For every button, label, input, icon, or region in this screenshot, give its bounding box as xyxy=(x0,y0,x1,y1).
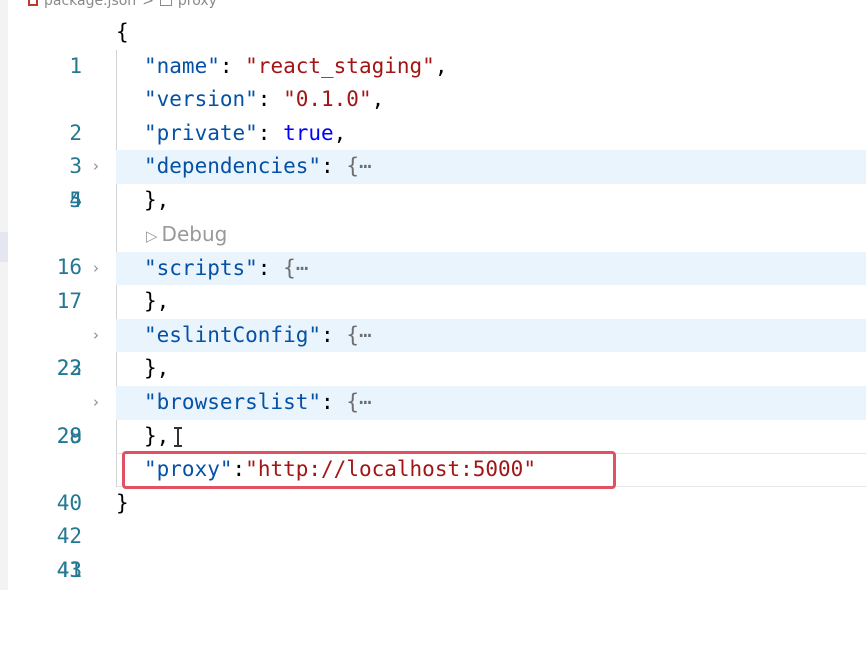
json-string-value: "0.1.0" xyxy=(283,87,372,112)
code-line[interactable]: 2 "name": "react_staging", xyxy=(0,49,866,145)
json-string-value: "react_staging" xyxy=(245,53,435,78)
json-key: "name" xyxy=(144,53,220,78)
code-line[interactable]: 3 "version": "0.1.0", xyxy=(0,83,866,178)
folded-region-ellipsis[interactable]: {⋯ xyxy=(346,323,371,347)
annotation-highlight-box xyxy=(122,451,616,489)
close-brace: } xyxy=(116,490,129,515)
code-line[interactable]: 43 xyxy=(0,520,866,582)
debug-codelens[interactable]: ▷ Debug xyxy=(146,218,227,254)
code-line[interactable]: 28 }, xyxy=(0,352,866,448)
json-key: "browserslist" xyxy=(144,389,322,414)
folded-region-ellipsis[interactable]: {⋯ xyxy=(283,256,308,280)
chevron-right-icon[interactable]: › xyxy=(93,150,105,184)
code-line[interactable]: 5 › "dependencies": {⋯ xyxy=(0,150,866,212)
code-line[interactable]: 17 › "scripts": {⋯ xyxy=(0,251,866,313)
play-icon: ▷ xyxy=(146,226,158,245)
json-key: "eslintConfig" xyxy=(144,322,322,347)
mouse-cursor-icon xyxy=(174,426,188,447)
json-key: "version" xyxy=(144,87,258,112)
breadcrumb-separator: > xyxy=(142,0,154,9)
codelens-row: ▷ Debug xyxy=(0,217,866,254)
code-line[interactable]: 16 }, xyxy=(0,183,866,279)
json-key: "dependencies" xyxy=(144,154,322,179)
code-line[interactable]: 4 "private": true, xyxy=(0,116,866,212)
folded-region-ellipsis[interactable]: {⋯ xyxy=(346,154,371,178)
breadcrumb: package.json > proxy xyxy=(28,0,217,10)
chevron-right-icon[interactable]: › xyxy=(93,319,105,353)
breadcrumb-symbol[interactable]: proxy xyxy=(178,0,217,9)
chevron-right-icon[interactable]: › xyxy=(93,386,105,420)
code-line[interactable]: 29 › "browserslist": {⋯ xyxy=(0,385,866,448)
json-key: "scripts" xyxy=(144,255,258,280)
json-boolean-value: true xyxy=(283,120,334,145)
chevron-right-icon[interactable]: › xyxy=(93,252,105,286)
code-line[interactable]: 1 { xyxy=(0,16,866,78)
debug-label: Debug xyxy=(161,221,228,246)
json-file-icon xyxy=(28,0,38,6)
property-icon xyxy=(159,0,172,6)
line-number: 43 xyxy=(56,557,82,582)
code-line[interactable]: 22 }, xyxy=(0,285,866,380)
code-line[interactable]: 42 } xyxy=(0,487,866,549)
open-brace: { xyxy=(116,20,129,44)
folded-region-ellipsis[interactable]: {⋯ xyxy=(346,390,371,414)
code-line[interactable]: 40 }, xyxy=(0,419,866,515)
json-key: "private" xyxy=(144,120,258,145)
code-line[interactable]: 23 › "eslintConfig": {⋯ xyxy=(0,318,866,380)
breadcrumb-file[interactable]: package.json xyxy=(44,0,136,9)
